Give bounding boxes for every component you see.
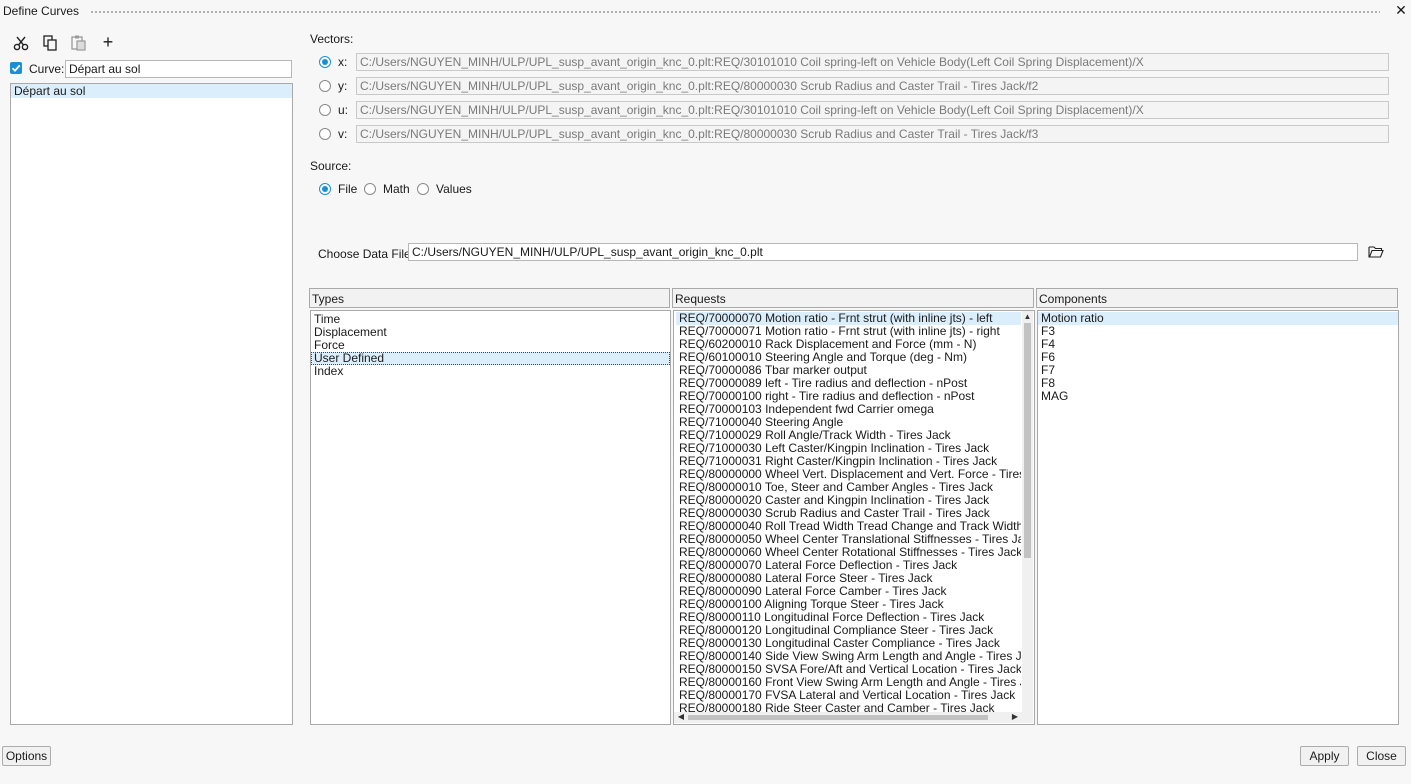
vector-radio[interactable] bbox=[319, 104, 331, 116]
curve-checkbox[interactable] bbox=[10, 62, 22, 74]
scissors-icon[interactable] bbox=[12, 34, 30, 52]
vector-field[interactable]: C:/Users/NGUYEN_MINH/ULP/UPL_susp_avant_… bbox=[356, 77, 1389, 95]
vector-field[interactable]: C:/Users/NGUYEN_MINH/ULP/UPL_susp_avant_… bbox=[356, 125, 1389, 143]
requests-horizontal-scrollbar[interactable]: ◀ ▶ bbox=[674, 712, 1033, 723]
copy-icon[interactable] bbox=[41, 34, 59, 52]
title-bar: Define Curves ✕ bbox=[0, 0, 1411, 22]
scroll-right-icon[interactable]: ▶ bbox=[1010, 712, 1020, 722]
vector-radio[interactable] bbox=[319, 80, 331, 92]
curve-list-item[interactable]: Départ au sol bbox=[11, 84, 292, 98]
vector-radio[interactable] bbox=[319, 128, 331, 140]
requests-h-scroll-thumb[interactable] bbox=[688, 715, 988, 720]
data-file-field[interactable]: C:/Users/NGUYEN_MINH/ULP/UPL_susp_avant_… bbox=[408, 243, 1358, 261]
requests-list[interactable]: REQ/70000070 Motion ratio - Frnt strut (… bbox=[673, 310, 1035, 725]
options-button[interactable]: Options bbox=[2, 746, 51, 766]
apply-button[interactable]: Apply bbox=[1300, 746, 1349, 766]
vector-radio[interactable] bbox=[319, 56, 331, 68]
components-list-item[interactable]: F4 bbox=[1038, 338, 1398, 351]
source-option-label: Values bbox=[436, 182, 472, 196]
requests-header: Requests bbox=[672, 288, 1034, 308]
source-option-label: File bbox=[338, 182, 358, 196]
scroll-up-icon[interactable]: ▲ bbox=[1022, 312, 1033, 322]
vector-label: v: bbox=[338, 127, 348, 141]
types-list-item[interactable]: User Defined bbox=[311, 352, 670, 365]
components-list-item[interactable]: F8 bbox=[1038, 377, 1398, 390]
source-heading: Source: bbox=[310, 159, 352, 173]
folder-open-icon[interactable] bbox=[1368, 245, 1384, 259]
components-list[interactable]: Motion ratio F3 F4 F6 F7 F8 MAG bbox=[1037, 310, 1399, 725]
close-icon[interactable]: ✕ bbox=[1394, 2, 1408, 18]
vector-label: x: bbox=[338, 55, 348, 69]
types-header: Types bbox=[309, 288, 670, 308]
vectors-heading: Vectors: bbox=[310, 32, 354, 46]
data-file-label: Choose Data File: bbox=[318, 247, 415, 261]
curve-name-field[interactable]: Départ au sol bbox=[65, 60, 292, 78]
requests-scroll-thumb[interactable] bbox=[1024, 323, 1031, 558]
window-title: Define Curves bbox=[3, 4, 80, 18]
source-radio-file[interactable] bbox=[319, 183, 331, 195]
components-list-item[interactable]: MAG bbox=[1038, 390, 1398, 403]
components-list-item[interactable]: F7 bbox=[1038, 364, 1398, 377]
components-list-item[interactable]: Motion ratio bbox=[1038, 312, 1398, 325]
requests-vertical-scrollbar[interactable]: ▲ bbox=[1022, 311, 1033, 712]
vector-label: u: bbox=[338, 103, 349, 117]
components-header: Components bbox=[1036, 288, 1398, 308]
requests-list-item[interactable]: REQ/80000180 Ride Steer Caster and Cambe… bbox=[676, 702, 1021, 713]
types-list-item[interactable]: Displacement bbox=[311, 326, 670, 339]
close-button[interactable]: Close bbox=[1357, 746, 1406, 766]
curve-list[interactable]: Départ au sol bbox=[10, 83, 293, 725]
vector-label: y: bbox=[338, 79, 348, 93]
vector-field[interactable]: C:/Users/NGUYEN_MINH/ULP/UPL_susp_avant_… bbox=[356, 101, 1389, 119]
paste-icon[interactable] bbox=[69, 34, 87, 52]
add-icon[interactable]: + bbox=[99, 33, 117, 52]
components-list-item[interactable]: F3 bbox=[1038, 325, 1398, 338]
curve-label: Curve: bbox=[29, 62, 65, 76]
types-list[interactable]: Time Displacement Force User Defined Index bbox=[310, 310, 671, 725]
title-drag-handle[interactable] bbox=[90, 10, 1380, 14]
types-list-item[interactable]: Index bbox=[311, 365, 670, 378]
source-radio-math[interactable] bbox=[364, 183, 376, 195]
scroll-left-icon[interactable]: ◀ bbox=[676, 712, 686, 722]
components-list-item[interactable]: F6 bbox=[1038, 351, 1398, 364]
source-radio-values[interactable] bbox=[417, 183, 429, 195]
source-option-label: Math bbox=[383, 182, 410, 196]
vector-field[interactable]: C:/Users/NGUYEN_MINH/ULP/UPL_susp_avant_… bbox=[356, 53, 1389, 71]
